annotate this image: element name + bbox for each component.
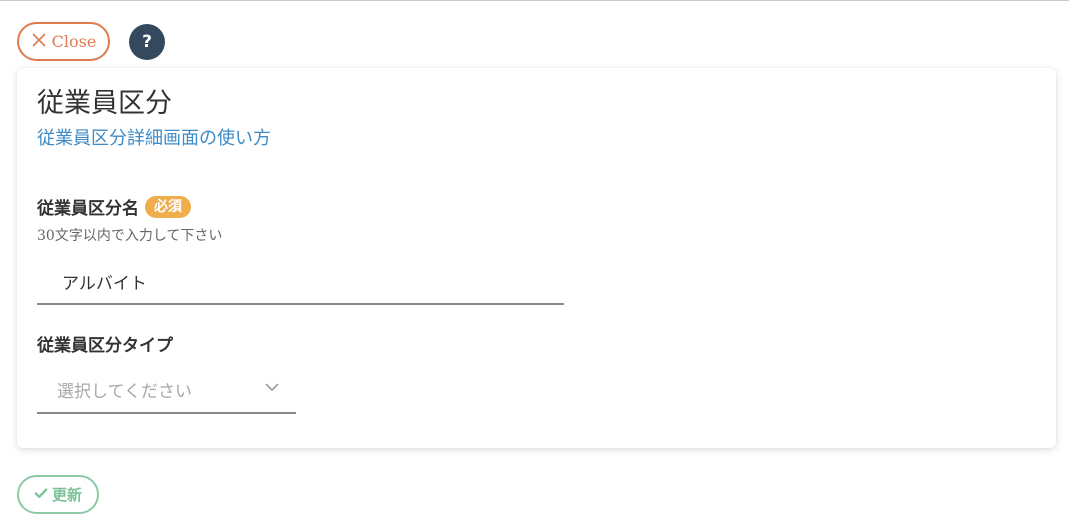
type-select[interactable]: 選択してください (37, 366, 296, 414)
close-label: Close (51, 32, 97, 51)
type-select-placeholder: 選択してください (57, 381, 192, 402)
usage-help-link[interactable]: 従業員区分詳細画面の使い方 (37, 124, 271, 150)
page-title: 従業員区分 (37, 88, 172, 119)
top-divider (0, 0, 1069, 1)
type-field-label: 従業員区分タイプ (37, 336, 173, 356)
name-field-hint: 30文字以内で入力して下さい (37, 228, 223, 244)
close-icon (31, 32, 47, 52)
close-button[interactable]: Close (17, 22, 110, 61)
name-field-label: 従業員区分名 (37, 199, 139, 219)
check-icon (34, 486, 48, 504)
name-input[interactable] (37, 260, 564, 305)
update-button[interactable]: 更新 (17, 475, 99, 514)
question-icon: ? (142, 32, 152, 52)
update-label: 更新 (51, 486, 82, 504)
type-field-label-row: 従業員区分タイプ (37, 331, 173, 356)
detail-card: 従業員区分 従業員区分詳細画面の使い方 従業員区分名 必須 30文字以内で入力し… (17, 68, 1056, 448)
name-field-label-row: 従業員区分名 必須 (37, 194, 191, 219)
help-button[interactable]: ? (129, 24, 165, 60)
required-badge: 必須 (145, 195, 191, 218)
chevron-down-icon (264, 379, 280, 399)
